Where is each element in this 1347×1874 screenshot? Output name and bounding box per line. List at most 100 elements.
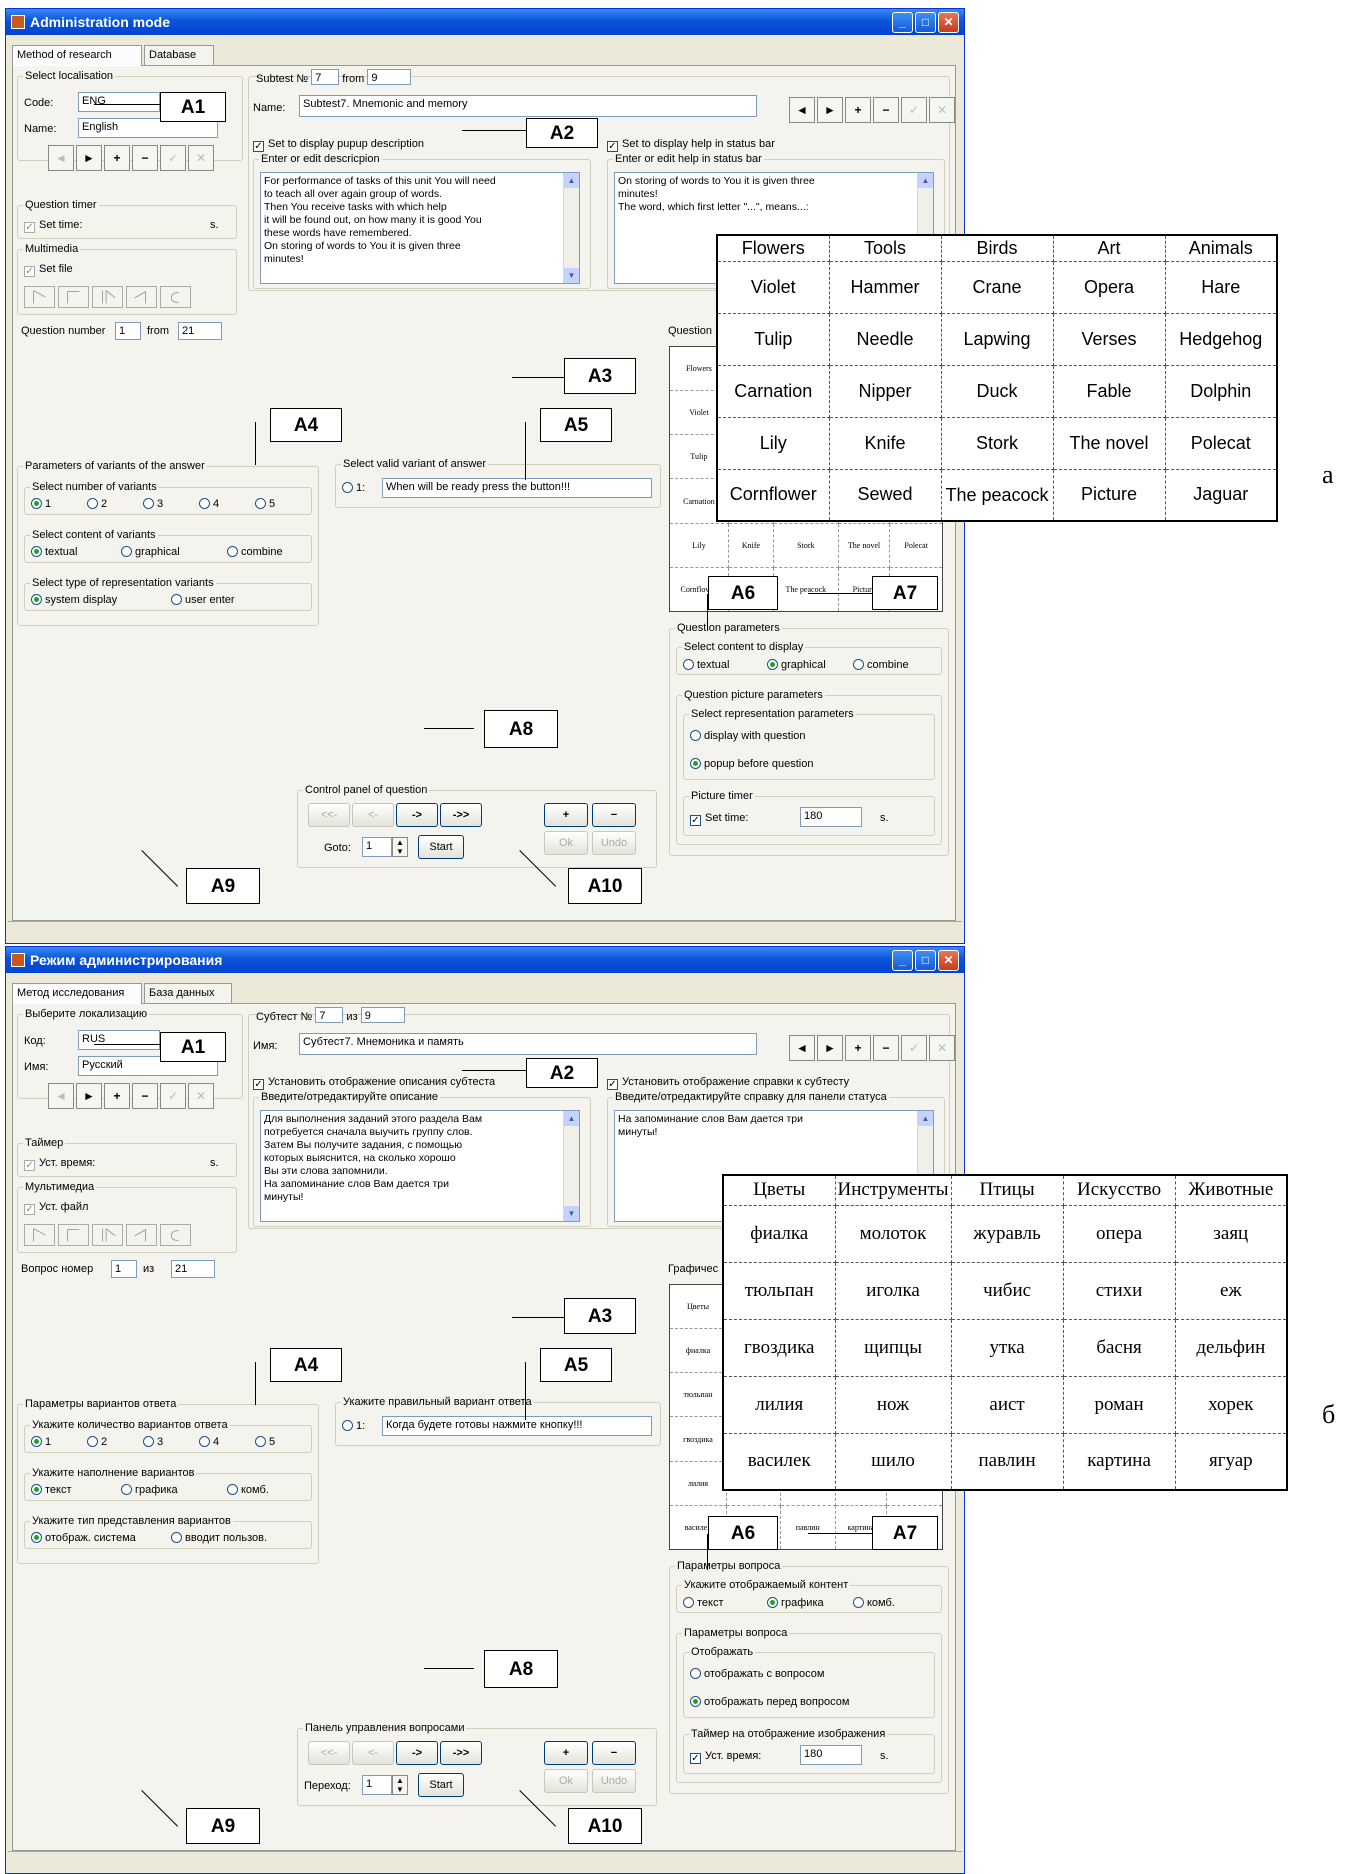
maximize-icon[interactable]: □ [915, 12, 936, 33]
locale-cancel-button[interactable]: ✕ [188, 1083, 214, 1109]
number-variant-radio-2[interactable]: 2 [87, 1435, 107, 1449]
type-variant-radio-2[interactable]: user enter [171, 593, 235, 607]
maximize-icon[interactable]: □ [915, 950, 936, 971]
media-play-icon[interactable] [24, 1224, 55, 1246]
question-last-button[interactable]: ->> [440, 1741, 482, 1765]
minimize-icon[interactable]: _ [892, 950, 913, 971]
subtest-confirm-button[interactable]: ✓ [901, 97, 927, 123]
start-button[interactable]: Start [418, 1773, 464, 1797]
content-display-radio-1[interactable]: текст [683, 1596, 724, 1610]
subtest-remove-button[interactable]: − [873, 97, 899, 123]
content-variant-radio-2[interactable]: графика [121, 1483, 178, 1497]
spin-arrows-icon[interactable]: ▲ ▼ [392, 1775, 408, 1795]
popup-checkbox[interactable]: ✓ Установить отображение описания субтест… [253, 1075, 495, 1090]
title-bar[interactable]: Режим администрирования _ □ ✕ [6, 947, 964, 973]
spin-arrows-icon[interactable]: ▲ ▼ [392, 837, 408, 857]
subtest-name-input[interactable]: Subtest7. Mnemonic and memory [299, 95, 757, 117]
picture-timer-checkbox[interactable]: ✓ Уст. время: [690, 1749, 761, 1764]
subtest-confirm-button[interactable]: ✓ [901, 1035, 927, 1061]
locale-next-button[interactable]: ► [76, 145, 102, 171]
description-memo[interactable]: Для выполнения заданий этого раздела Вам… [260, 1110, 580, 1222]
content-display-radio-2[interactable]: graphical [767, 658, 826, 672]
question-add-button[interactable]: + [544, 803, 588, 827]
code-input[interactable]: RUS [78, 1030, 160, 1050]
content-display-radio-3[interactable]: combine [853, 658, 909, 672]
number-variant-radio-4[interactable]: 4 [199, 497, 219, 511]
subtest-remove-button[interactable]: − [873, 1035, 899, 1061]
question-remove-button[interactable]: − [592, 803, 636, 827]
subtest-cancel-button[interactable]: ✕ [929, 97, 955, 123]
locale-confirm-button[interactable]: ✓ [160, 1083, 186, 1109]
popup-before-question-radio[interactable]: отображать перед вопросом [690, 1695, 849, 1709]
valid-variant-radio[interactable]: 1: [342, 1419, 365, 1433]
question-first-button[interactable]: <<- [308, 1741, 350, 1765]
locale-first-button[interactable]: ◄ [48, 145, 74, 171]
goto-input[interactable]: 1 [362, 837, 392, 857]
undo-button[interactable]: Undo [592, 831, 636, 855]
ok-button[interactable]: Ok [544, 1769, 588, 1793]
locale-next-button[interactable]: ► [76, 1083, 102, 1109]
picture-timer-input[interactable]: 180 [800, 807, 862, 827]
picture-timer-checkbox[interactable]: ✓ Set time: [690, 811, 748, 826]
goto-input[interactable]: 1 [362, 1775, 392, 1795]
undo-button[interactable]: Undo [592, 1769, 636, 1793]
content-display-radio-1[interactable]: textual [683, 658, 729, 672]
help-checkbox[interactable]: ✓ Установить отображение справки к субтес… [607, 1075, 849, 1090]
subtest-number[interactable]: 7 [315, 1007, 344, 1023]
locale-remove-button[interactable]: − [132, 1083, 158, 1109]
question-prev-button[interactable]: <- [352, 803, 394, 827]
locale-cancel-button[interactable]: ✕ [188, 145, 214, 171]
content-display-radio-3[interactable]: комб. [853, 1596, 895, 1610]
close-icon[interactable]: ✕ [938, 12, 959, 33]
tab-database[interactable]: Database [144, 45, 214, 65]
number-variant-radio-1[interactable]: 1 [31, 1435, 51, 1449]
content-variant-radio-1[interactable]: текст [31, 1483, 72, 1497]
locale-confirm-button[interactable]: ✓ [160, 145, 186, 171]
valid-variant-input[interactable]: Когда будете готовы нажмите кнопку!!! [382, 1416, 652, 1436]
timer-checkbox[interactable]: ✓ Set time: [24, 218, 82, 233]
question-last-button[interactable]: ->> [440, 803, 482, 827]
media-rewind-icon[interactable] [126, 286, 157, 308]
locale-first-button[interactable]: ◄ [48, 1083, 74, 1109]
tab-method[interactable]: Метод исследования [12, 983, 142, 1004]
subtest-number[interactable]: 7 [311, 69, 340, 85]
content-display-radio-2[interactable]: графика [767, 1596, 824, 1610]
type-variant-radio-2[interactable]: вводит пользов. [171, 1531, 267, 1545]
memo-scrollbar[interactable] [563, 173, 579, 283]
locale-remove-button[interactable]: − [132, 145, 158, 171]
question-first-button[interactable]: <<- [308, 803, 350, 827]
valid-variant-input[interactable]: When will be ready press the button!!! [382, 478, 652, 498]
tab-database[interactable]: База данных [144, 983, 232, 1003]
locale-add-button[interactable]: + [104, 1083, 130, 1109]
number-variant-radio-3[interactable]: 3 [143, 497, 163, 511]
subtest-cancel-button[interactable]: ✕ [929, 1035, 955, 1061]
content-variant-radio-1[interactable]: textual [31, 545, 77, 559]
type-variant-radio-1[interactable]: system display [31, 593, 117, 607]
picture-timer-input[interactable]: 180 [800, 1745, 862, 1765]
media-play-icon[interactable] [24, 286, 55, 308]
subtest-add-button[interactable]: + [845, 97, 871, 123]
media-repeat-icon[interactable] [160, 1224, 191, 1246]
title-bar[interactable]: Administration mode _ □ ✕ [6, 9, 964, 35]
close-icon[interactable]: ✕ [938, 950, 959, 971]
number-variant-radio-5[interactable]: 5 [255, 1435, 275, 1449]
type-variant-radio-1[interactable]: отображ. система [31, 1531, 136, 1545]
subtest-add-button[interactable]: + [845, 1035, 871, 1061]
content-variant-radio-3[interactable]: комб. [227, 1483, 269, 1497]
content-variant-radio-2[interactable]: graphical [121, 545, 180, 559]
display-with-question-radio[interactable]: display with question [690, 729, 806, 743]
question-next-button[interactable]: -> [396, 1741, 438, 1765]
media-rewind-icon[interactable] [126, 1224, 157, 1246]
display-with-question-radio[interactable]: отображать с вопросом [690, 1667, 824, 1681]
media-repeat-icon[interactable] [160, 286, 191, 308]
subtest-next-button[interactable]: ► [817, 1035, 843, 1061]
subtest-first-button[interactable]: ◄ [789, 1035, 815, 1061]
media-stop-icon[interactable] [58, 1224, 89, 1246]
subtest-first-button[interactable]: ◄ [789, 97, 815, 123]
tab-method[interactable]: Method of research [12, 45, 142, 66]
multimedia-checkbox[interactable]: ✓ Set file [24, 262, 73, 277]
description-memo[interactable]: For performance of tasks of this unit Yo… [260, 172, 580, 284]
media-pause-icon[interactable] [92, 1224, 123, 1246]
locale-add-button[interactable]: + [104, 145, 130, 171]
number-variant-radio-5[interactable]: 5 [255, 497, 275, 511]
